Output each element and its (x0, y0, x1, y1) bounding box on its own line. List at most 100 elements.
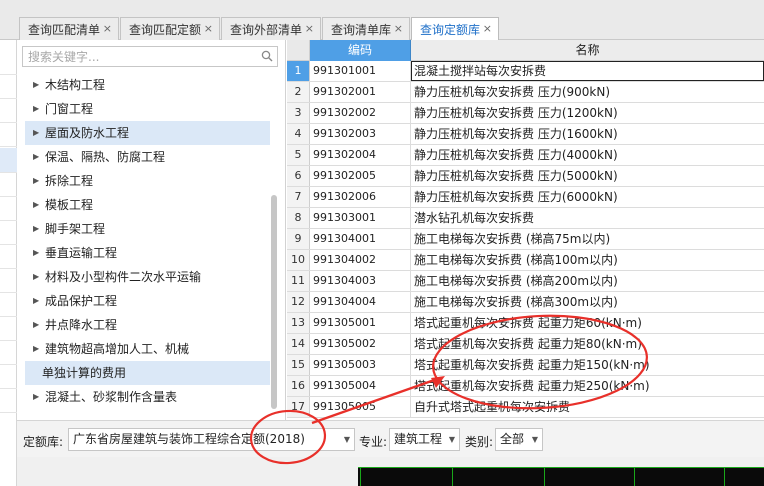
tree-item[interactable]: ▶ 建筑物超高增加人工、机械 (25, 337, 270, 361)
table-row[interactable]: 12 991304004 施工电梯每次安拆费 (梯高300m以内) (287, 292, 764, 313)
expand-arrow-icon[interactable]: ▶ (33, 217, 39, 241)
tree-item[interactable]: ▶ 材料及小型构件二次水平运输 (25, 265, 270, 289)
code-cell[interactable]: 991303001 (310, 208, 411, 228)
code-cell[interactable]: 991302002 (310, 103, 411, 123)
table-row[interactable]: 7 991302006 静力压桩机每次安拆费 压力(6000kN) (287, 187, 764, 208)
name-cell[interactable]: 静力压桩机每次安拆费 压力(6000kN) (411, 187, 764, 207)
code-cell[interactable]: 991302006 (310, 187, 411, 207)
expand-arrow-icon[interactable]: ▶ (33, 169, 39, 193)
tree-scrollbar[interactable] (271, 195, 277, 409)
column-header-code[interactable]: 编码 (310, 40, 411, 61)
expand-arrow-icon[interactable]: ▶ (33, 193, 39, 217)
tree-item[interactable]: ▶ 脚手架工程 (25, 217, 270, 241)
table-row[interactable]: 17 991305005 自升式塔式起重机每次安拆费 (287, 397, 764, 418)
tree-item[interactable]: ▶ 混凝土、砂浆制作含量表 (25, 385, 270, 409)
expand-arrow-icon[interactable]: ▶ (33, 337, 39, 361)
code-cell[interactable]: 991305002 (310, 334, 411, 354)
name-cell[interactable]: 静力压桩机每次安拆费 压力(900kN) (411, 82, 764, 102)
column-header-name[interactable]: 名称 (411, 40, 764, 61)
table-row[interactable]: 14 991305002 塔式起重机每次安拆费 起重力矩80(kN·m) (287, 334, 764, 355)
code-cell[interactable]: 991305004 (310, 376, 411, 396)
table-row[interactable]: 10 991304002 施工电梯每次安拆费 (梯高100m以内) (287, 250, 764, 271)
name-cell[interactable]: 塔式起重机每次安拆费 起重力矩250(kN·m) (411, 376, 764, 396)
expand-arrow-icon[interactable]: ▶ (33, 241, 39, 265)
expand-arrow-icon[interactable]: ▶ (33, 121, 39, 145)
expand-arrow-icon[interactable]: ▶ (33, 313, 39, 337)
name-cell[interactable]: 施工电梯每次安拆费 (梯高200m以内) (411, 271, 764, 291)
search-icon[interactable] (261, 50, 273, 62)
name-cell[interactable]: 混凝土搅拌站每次安拆费 (411, 61, 764, 81)
code-cell[interactable]: 991305001 (310, 313, 411, 333)
expand-arrow-icon[interactable]: ▶ (33, 265, 39, 289)
tree-item[interactable]: ▶ 保温、隔热、防腐工程 (25, 145, 270, 169)
name-cell[interactable]: 施工电梯每次安拆费 (梯高300m以内) (411, 292, 764, 312)
row-number: 7 (287, 187, 310, 207)
table-row[interactable]: 16 991305004 塔式起重机每次安拆费 起重力矩250(kN·m) (287, 376, 764, 397)
close-icon[interactable]: × (305, 22, 314, 35)
tree-item-label: 拆除工程 (45, 174, 94, 188)
expand-arrow-icon[interactable]: ▶ (33, 289, 39, 313)
code-cell[interactable]: 991302004 (310, 145, 411, 165)
tree-item-selected[interactable]: 单独计算的费用 (25, 361, 270, 385)
table-row[interactable]: 4 991302003 静力压桩机每次安拆费 压力(1600kN) (287, 124, 764, 145)
code-cell[interactable]: 991301001 (310, 61, 411, 81)
name-cell[interactable]: 静力压桩机每次安拆费 压力(5000kN) (411, 166, 764, 186)
type-select[interactable]: 全部 ▼ (495, 428, 543, 451)
close-icon[interactable]: × (394, 22, 403, 35)
search-input[interactable] (23, 47, 248, 66)
name-cell[interactable]: 塔式起重机每次安拆费 起重力矩150(kN·m) (411, 355, 764, 375)
table-row[interactable]: 13 991305001 塔式起重机每次安拆费 起重力矩60(kN·m) (287, 313, 764, 334)
quota-library-select[interactable]: 广东省房屋建筑与装饰工程综合定额(2018) ▼ (68, 428, 355, 451)
table-row[interactable]: 8 991303001 潜水钻孔机每次安拆费 (287, 208, 764, 229)
code-cell[interactable]: 991305003 (310, 355, 411, 375)
table-row[interactable]: 6 991302005 静力压桩机每次安拆费 压力(5000kN) (287, 166, 764, 187)
name-cell[interactable]: 施工电梯每次安拆费 (梯高75m以内) (411, 229, 764, 249)
name-cell[interactable]: 自升式塔式起重机每次安拆费 (411, 397, 764, 417)
name-cell[interactable]: 静力压桩机每次安拆费 压力(1200kN) (411, 103, 764, 123)
code-cell[interactable]: 991305005 (310, 397, 411, 417)
code-cell[interactable]: 991302001 (310, 82, 411, 102)
tree-item[interactable]: ▶ 模板工程 (25, 193, 270, 217)
tab-match-quota[interactable]: 查询匹配定额 × (120, 17, 220, 40)
code-cell[interactable]: 991302005 (310, 166, 411, 186)
tree-item[interactable]: ▶ 拆除工程 (25, 169, 270, 193)
tree-item[interactable]: ▶ 门窗工程 (25, 97, 270, 121)
tree-item[interactable]: ▶ 屋面及防水工程 (25, 121, 270, 145)
expand-arrow-icon[interactable]: ▶ (33, 385, 39, 409)
name-cell[interactable]: 施工电梯每次安拆费 (梯高100m以内) (411, 250, 764, 270)
tab-match-list[interactable]: 查询匹配清单 × (19, 17, 119, 40)
search-box[interactable] (22, 46, 278, 67)
expand-arrow-icon[interactable]: ▶ (33, 73, 39, 97)
expand-arrow-icon[interactable]: ▶ (33, 145, 39, 169)
tree-item[interactable]: ▶ 垂直运输工程 (25, 241, 270, 265)
name-cell[interactable]: 塔式起重机每次安拆费 起重力矩80(kN·m) (411, 334, 764, 354)
table-row[interactable]: 3 991302002 静力压桩机每次安拆费 压力(1200kN) (287, 103, 764, 124)
table-row[interactable]: 1 991301001 混凝土搅拌站每次安拆费 (287, 61, 764, 82)
name-cell[interactable]: 静力压桩机每次安拆费 压力(1600kN) (411, 124, 764, 144)
name-cell[interactable]: 塔式起重机每次安拆费 起重力矩60(kN·m) (411, 313, 764, 333)
tree-item[interactable]: ▶ 木结构工程 (25, 73, 270, 97)
tab-list-library[interactable]: 查询清单库 × (322, 17, 410, 40)
code-cell[interactable]: 991304003 (310, 271, 411, 291)
tab-external-list[interactable]: 查询外部清单 × (221, 17, 321, 40)
tab-quota-library[interactable]: 查询定额库 × (411, 17, 499, 41)
table-row[interactable]: 5 991302004 静力压桩机每次安拆费 压力(4000kN) (287, 145, 764, 166)
code-cell[interactable]: 991304004 (310, 292, 411, 312)
grid-header: 编码 名称 (287, 40, 764, 61)
close-icon[interactable]: × (103, 22, 112, 35)
expand-arrow-icon[interactable]: ▶ (33, 97, 39, 121)
name-cell[interactable]: 潜水钻孔机每次安拆费 (411, 208, 764, 228)
code-cell[interactable]: 991304001 (310, 229, 411, 249)
table-row[interactable]: 9 991304001 施工电梯每次安拆费 (梯高75m以内) (287, 229, 764, 250)
tree-item[interactable]: ▶ 井点降水工程 (25, 313, 270, 337)
table-row[interactable]: 2 991302001 静力压桩机每次安拆费 压力(900kN) (287, 82, 764, 103)
major-select[interactable]: 建筑工程 ▼ (389, 428, 460, 451)
table-row[interactable]: 11 991304003 施工电梯每次安拆费 (梯高200m以内) (287, 271, 764, 292)
table-row[interactable]: 15 991305003 塔式起重机每次安拆费 起重力矩150(kN·m) (287, 355, 764, 376)
tree-item[interactable]: ▶ 成品保护工程 (25, 289, 270, 313)
close-icon[interactable]: × (483, 22, 492, 35)
code-cell[interactable]: 991304002 (310, 250, 411, 270)
close-icon[interactable]: × (204, 22, 213, 35)
name-cell[interactable]: 静力压桩机每次安拆费 压力(4000kN) (411, 145, 764, 165)
code-cell[interactable]: 991302003 (310, 124, 411, 144)
